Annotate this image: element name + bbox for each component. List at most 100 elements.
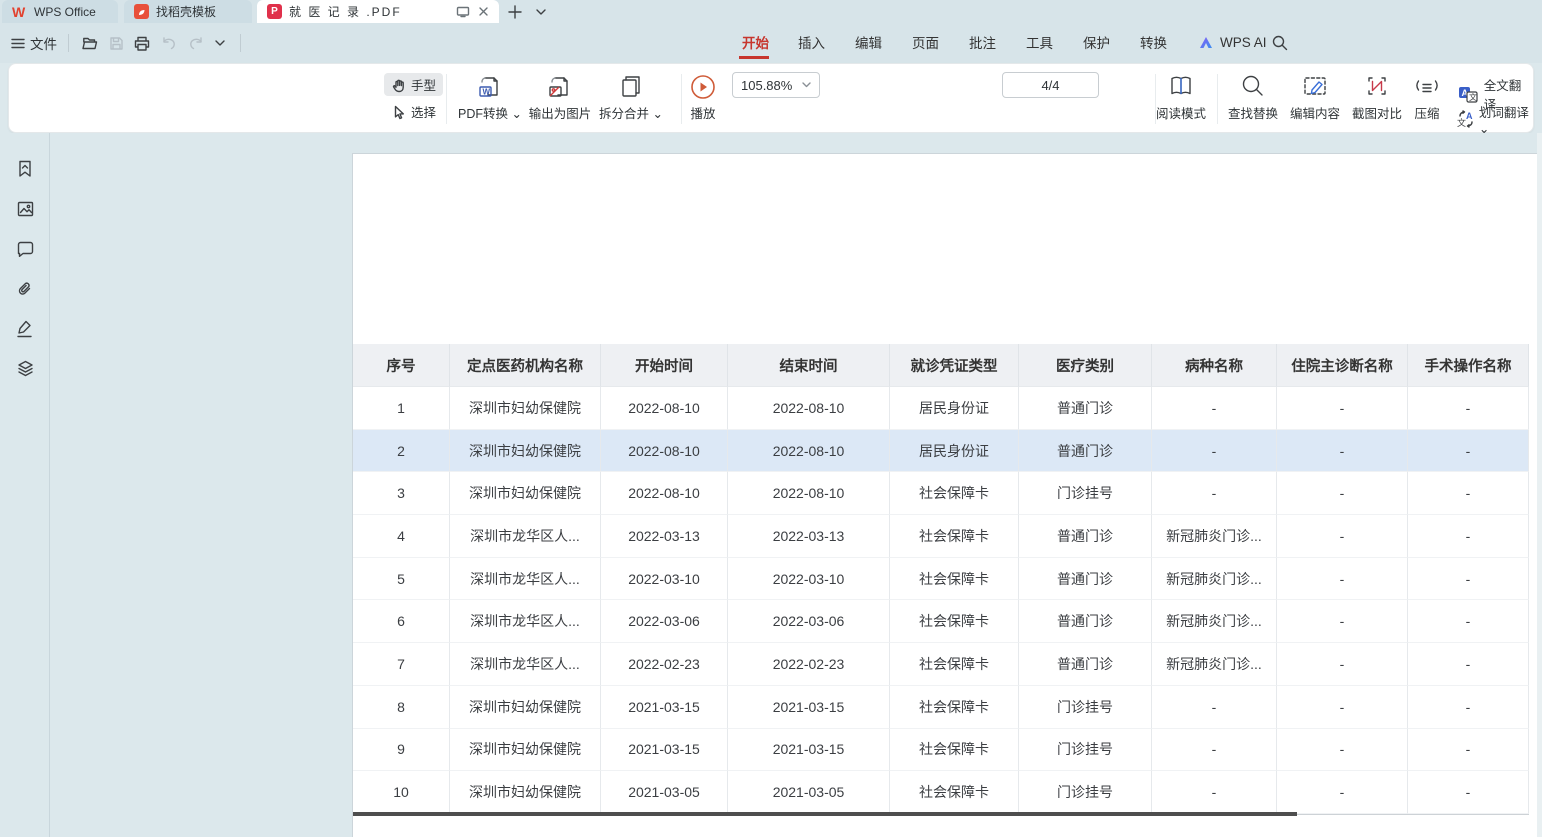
save-button[interactable]	[104, 31, 128, 55]
layers-icon	[17, 360, 34, 377]
table-row: 3深圳市妇幼保健院2022-08-102022-08-10社会保障卡门诊挂号--…	[353, 472, 1529, 515]
table-row: 10深圳市妇幼保健院2021-03-052021-03-05社会保障卡门诊挂号-…	[353, 771, 1529, 814]
screen-share-icon[interactable]	[456, 6, 470, 18]
pdf-page[interactable]: 序号定点医药机构名称开始时间结束时间就诊凭证类型医疗类别病种名称住院主诊断名称手…	[352, 153, 1542, 837]
print-button[interactable]	[130, 31, 154, 55]
tab-wps-office[interactable]: W WPS Office	[2, 0, 118, 23]
table-cell: 3	[353, 472, 450, 515]
table-cell: -	[1408, 686, 1529, 729]
play-button[interactable]: 播放	[670, 71, 736, 127]
table-cell: -	[1152, 387, 1277, 430]
active-tab-underline	[739, 56, 769, 59]
table-cell: 居民身份证	[890, 430, 1019, 473]
menu-tab-protect[interactable]: 保护	[1081, 29, 1112, 55]
ribbon-toolbar: 手型 选择 W PDF转换 ⌄ 输出为	[8, 63, 1534, 133]
select-tool-label: 选择	[411, 102, 436, 121]
document-workspace: 序号定点医药机构名称开始时间结束时间就诊凭证类型医疗类别病种名称住院主诊断名称手…	[0, 133, 1542, 837]
select-tool-button[interactable]: 选择	[384, 100, 443, 123]
vertical-scrollbar-track[interactable]	[1537, 133, 1542, 837]
table-cell: 2022-08-10	[601, 387, 728, 430]
full-translate-icon: A 文	[1458, 86, 1478, 103]
table-cell: 2022-08-10	[601, 472, 728, 515]
screenshot-compare-button[interactable]: 截图对比	[1347, 71, 1407, 127]
screenshot-compare-label: 截图对比	[1352, 103, 1402, 122]
table-cell: 深圳市龙华区人...	[450, 643, 601, 686]
file-menu-button[interactable]: 文件	[10, 31, 58, 55]
menu-tab-page[interactable]: 页面	[910, 29, 941, 55]
read-mode-button[interactable]: 阅读模式	[1150, 71, 1212, 127]
bookmarks-panel-button[interactable]	[13, 157, 37, 181]
table-cell: 2022-02-23	[728, 643, 890, 686]
table-cell: 2021-03-15	[601, 686, 728, 729]
hand-tool-button[interactable]: 手型	[384, 73, 443, 96]
table-cell: -	[1152, 771, 1277, 814]
svg-text:文: 文	[1469, 92, 1477, 102]
table-header-cell: 就诊凭证类型	[890, 344, 1019, 387]
table-cell: 2021-03-15	[601, 729, 728, 772]
word-translate-button[interactable]: A 文 划词翻译 ⌄	[1456, 102, 1533, 136]
zoom-level-select[interactable]: 105.88%	[732, 72, 820, 98]
table-cell: -	[1277, 771, 1408, 814]
menu-search-button[interactable]	[1268, 31, 1292, 55]
table-cell: 门诊挂号	[1019, 686, 1152, 729]
menu-tab-tools[interactable]: 工具	[1024, 29, 1055, 55]
tab-pdf-document[interactable]: P 就 医 记 录 .PDF	[257, 0, 499, 23]
redo-button[interactable]	[184, 31, 208, 55]
undo-button[interactable]	[157, 31, 181, 55]
table-cell: 2022-03-13	[728, 515, 890, 558]
table-cell: 居民身份证	[890, 387, 1019, 430]
horizontal-scrollbar-thumb[interactable]	[353, 812, 1297, 816]
left-sidebar-rail	[0, 133, 50, 837]
table-cell: 2022-08-10	[601, 430, 728, 473]
close-tab-icon[interactable]	[478, 6, 489, 17]
table-cell: 深圳市妇幼保健院	[450, 686, 601, 729]
quick-access-chevron-icon[interactable]	[210, 31, 230, 55]
layers-panel-button[interactable]	[13, 356, 37, 380]
table-cell: 8	[353, 686, 450, 729]
split-merge-icon	[619, 74, 643, 100]
menu-tab-convert[interactable]: 转换	[1138, 29, 1169, 55]
thumbnails-panel-button[interactable]	[13, 197, 37, 221]
new-tab-button[interactable]	[503, 0, 527, 23]
table-header-cell: 开始时间	[601, 344, 728, 387]
tab-docer-templates[interactable]: 找稻壳模板	[124, 0, 252, 23]
table-cell: -	[1277, 643, 1408, 686]
table-cell: 新冠肺炎门诊...	[1152, 515, 1277, 558]
divider	[1217, 74, 1218, 124]
table-cell: 门诊挂号	[1019, 729, 1152, 772]
medical-records-table: 序号定点医药机构名称开始时间结束时间就诊凭证类型医疗类别病种名称住院主诊断名称手…	[353, 344, 1529, 814]
table-cell: -	[1277, 515, 1408, 558]
find-replace-icon	[1241, 74, 1265, 98]
signature-panel-button[interactable]	[13, 316, 37, 340]
svg-text:文: 文	[1457, 117, 1466, 128]
table-cell: 10	[353, 771, 450, 814]
menu-tab-comment[interactable]: 批注	[967, 29, 998, 55]
menu-tab-label: 工具	[1026, 32, 1053, 52]
wps-ai-button[interactable]: WPS AI	[1196, 29, 1269, 55]
pdf-convert-button[interactable]: W PDF转换 ⌄	[457, 71, 523, 127]
table-cell: 2021-03-15	[728, 686, 890, 729]
tab-list-chevron-icon[interactable]	[529, 0, 553, 23]
comments-panel-button[interactable]	[13, 237, 37, 261]
table-cell: 社会保障卡	[890, 686, 1019, 729]
menu-tab-home[interactable]: 开始	[740, 29, 771, 55]
menu-tab-edit[interactable]: 编辑	[853, 29, 884, 55]
table-cell: 2021-03-05	[601, 771, 728, 814]
undo-icon	[161, 37, 177, 50]
menu-tab-insert[interactable]: 插入	[796, 29, 827, 55]
export-image-button[interactable]: 输出为图片	[527, 71, 593, 127]
find-replace-button[interactable]: 查找替换	[1223, 71, 1283, 127]
table-cell: -	[1277, 558, 1408, 601]
table-cell: 深圳市龙华区人...	[450, 515, 601, 558]
table-row: 8深圳市妇幼保健院2021-03-152021-03-15社会保障卡门诊挂号--…	[353, 686, 1529, 729]
table-cell: -	[1277, 387, 1408, 430]
split-merge-button[interactable]: 拆分合并 ⌄	[598, 71, 664, 127]
open-file-button[interactable]	[77, 31, 101, 55]
page-number-input[interactable]: 4/4	[1002, 72, 1099, 98]
compress-button[interactable]: 压缩	[1403, 71, 1451, 127]
table-header-cell: 结束时间	[728, 344, 890, 387]
edit-content-button[interactable]: 编辑内容	[1285, 71, 1345, 127]
table-header-row: 序号定点医药机构名称开始时间结束时间就诊凭证类型医疗类别病种名称住院主诊断名称手…	[353, 344, 1529, 387]
attachments-panel-button[interactable]	[13, 277, 37, 301]
wps-pdf-window: W WPS Office 找稻壳模板 P 就 医 记 录 .PDF	[0, 0, 1542, 837]
